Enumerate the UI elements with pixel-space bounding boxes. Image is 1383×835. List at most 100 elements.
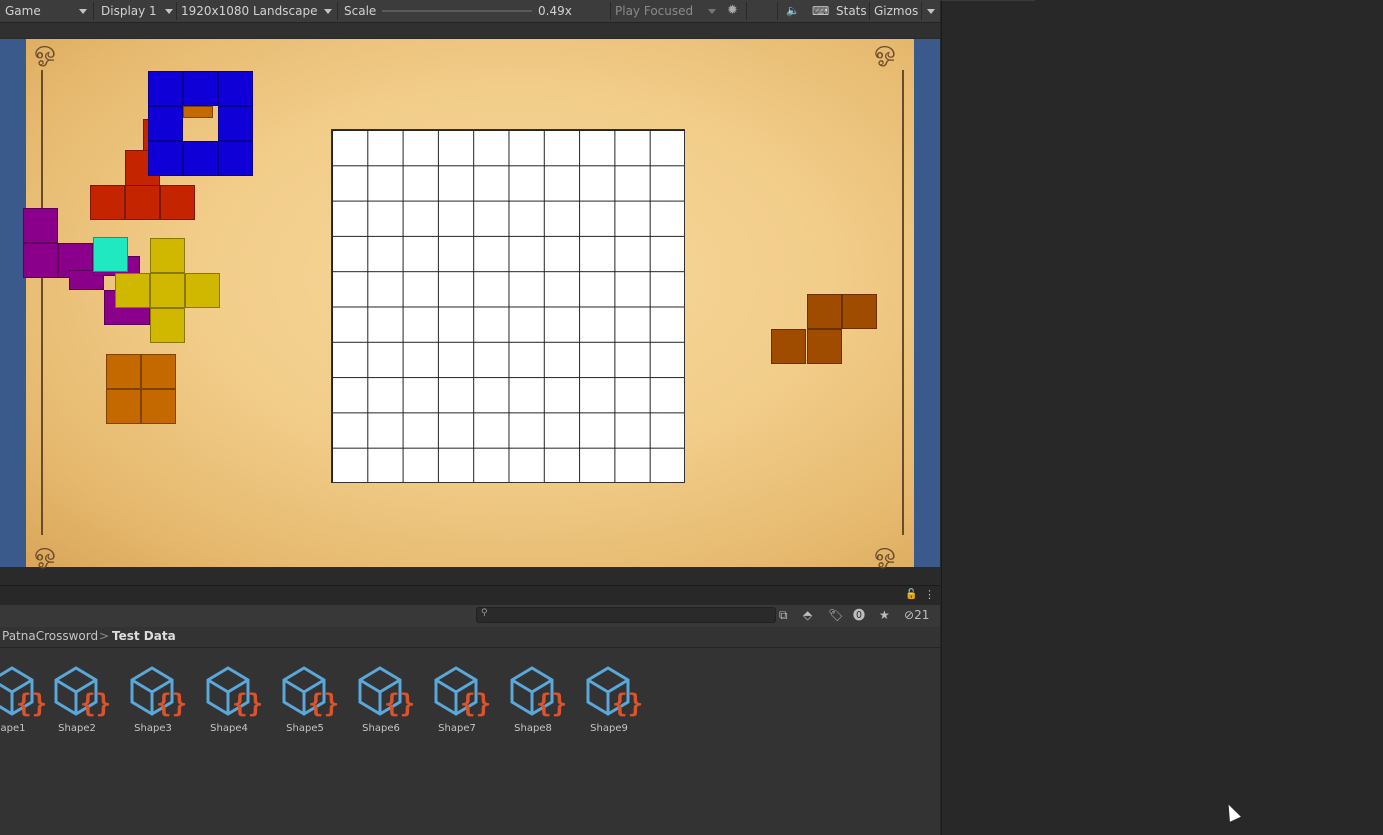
asset-item[interactable]: {} Shape9 bbox=[574, 660, 644, 740]
play-mode-label: Play Focused bbox=[615, 4, 694, 18]
hidden-packages-icon[interactable]: ⊘21 bbox=[904, 604, 929, 626]
game-view-toolbar: Game Display 1 1920x1080 Landscape Scale… bbox=[0, 0, 940, 23]
stats-button[interactable]: Stats bbox=[836, 0, 867, 22]
search-by-type-icon[interactable]: ⧉ bbox=[779, 604, 788, 626]
divider bbox=[869, 2, 870, 20]
resolution-dropdown-label: 1920x1080 Landscape bbox=[181, 4, 318, 18]
puzzle-piece-cell[interactable] bbox=[183, 106, 213, 118]
lock-icon[interactable]: 🔓 bbox=[905, 589, 917, 600]
ornament-line-left bbox=[41, 70, 43, 535]
game-border-right bbox=[914, 39, 940, 567]
svg-text:{}: {} bbox=[384, 689, 415, 719]
ornament-corner-icon: ஓ bbox=[34, 538, 56, 568]
chevron-down-icon[interactable] bbox=[927, 9, 935, 14]
puzzle-piece-cell[interactable] bbox=[842, 294, 877, 329]
chevron-down-icon bbox=[324, 9, 332, 14]
puzzle-piece-cell[interactable] bbox=[771, 329, 806, 364]
ornament-line-right bbox=[902, 70, 904, 535]
puzzle-piece-cell[interactable] bbox=[183, 71, 218, 106]
breadcrumb-current[interactable]: Test Data bbox=[112, 627, 176, 646]
puzzle-piece-cell[interactable] bbox=[93, 237, 128, 272]
divider bbox=[93, 2, 94, 20]
puzzle-piece-cell[interactable] bbox=[148, 141, 183, 176]
scale-slider[interactable] bbox=[382, 10, 532, 12]
label-icon[interactable]: 🏷 bbox=[828, 604, 843, 626]
panel-header: 🔓 ⋮ bbox=[0, 585, 940, 606]
chevron-down-icon bbox=[708, 9, 716, 14]
asset-item[interactable]: {} ape1 bbox=[0, 660, 48, 740]
puzzle-piece-cell[interactable] bbox=[218, 71, 253, 106]
puzzle-piece-cell[interactable] bbox=[218, 141, 253, 176]
puzzle-piece-cell[interactable] bbox=[148, 106, 183, 141]
asset-item[interactable]: {} Shape4 bbox=[194, 660, 264, 740]
scriptable-object-icon: {} bbox=[358, 666, 415, 719]
game-border-left bbox=[0, 39, 26, 567]
asset-label: Shape4 bbox=[210, 723, 248, 734]
speaker-icon[interactable]: 🔈 bbox=[786, 0, 800, 22]
scriptable-object-icon: {} bbox=[206, 666, 263, 719]
puzzle-piece-cell[interactable] bbox=[150, 308, 185, 343]
puzzle-piece-cell[interactable] bbox=[23, 243, 58, 278]
asset-item[interactable]: {} Shape8 bbox=[498, 660, 568, 740]
puzzle-piece-cell[interactable] bbox=[185, 273, 220, 308]
divider bbox=[921, 2, 922, 20]
puzzle-piece-cell[interactable] bbox=[125, 185, 160, 220]
view-dropdown-label: Game bbox=[5, 4, 41, 18]
puzzle-piece-cell[interactable] bbox=[218, 106, 253, 141]
asset-item[interactable]: {} Shape3 bbox=[118, 660, 188, 740]
asset-item[interactable]: {} Shape7 bbox=[422, 660, 492, 740]
puzzle-piece-cell[interactable] bbox=[115, 273, 150, 308]
log-types-icon[interactable]: ⓿ bbox=[853, 604, 865, 626]
asset-item[interactable]: {} Shape2 bbox=[42, 660, 112, 740]
puzzle-piece-cell[interactable] bbox=[148, 71, 183, 106]
puzzle-piece-cell[interactable] bbox=[106, 389, 141, 424]
search-icon: ⚲ bbox=[481, 608, 488, 618]
gizmos-button[interactable]: Gizmos bbox=[874, 0, 919, 22]
scriptable-object-icon: {} bbox=[510, 666, 567, 719]
divider bbox=[176, 2, 177, 20]
filter-by-type-icon[interactable]: ⬘ bbox=[803, 604, 812, 626]
puzzle-piece-cell[interactable] bbox=[150, 238, 185, 273]
puzzle-piece-cell[interactable] bbox=[23, 208, 58, 243]
asset-label: Shape6 bbox=[362, 723, 400, 734]
more-options-icon[interactable]: ⋮ bbox=[924, 588, 935, 601]
search-input[interactable]: ⚲ bbox=[476, 607, 776, 623]
view-dropdown[interactable]: Game bbox=[5, 0, 90, 22]
svg-text:{}: {} bbox=[308, 689, 339, 719]
svg-text:{}: {} bbox=[80, 689, 111, 719]
divider bbox=[777, 2, 778, 20]
puzzle-piece-cell[interactable] bbox=[141, 354, 176, 389]
svg-text:{}: {} bbox=[612, 689, 643, 719]
breadcrumb-root[interactable]: PatnaCrossword bbox=[2, 627, 98, 646]
ornament-corner-icon: ஓ bbox=[34, 36, 56, 66]
keyboard-icon[interactable]: ⌨ bbox=[812, 0, 829, 22]
scriptable-object-icon: {} bbox=[130, 666, 187, 719]
display-dropdown-label: Display 1 bbox=[101, 4, 157, 18]
asset-item[interactable]: {} Shape5 bbox=[270, 660, 340, 740]
puzzle-piece-cell[interactable] bbox=[150, 273, 185, 308]
puzzle-piece-cell[interactable] bbox=[807, 329, 842, 364]
puzzle-piece-cell[interactable] bbox=[160, 185, 195, 220]
scriptable-object-icon: {} bbox=[282, 666, 339, 719]
svg-text:{}: {} bbox=[460, 689, 491, 719]
puzzle-piece-cell[interactable] bbox=[106, 354, 141, 389]
divider bbox=[337, 2, 338, 20]
favorite-star-icon[interactable]: ★ bbox=[879, 604, 890, 626]
puzzle-piece-cell[interactable] bbox=[807, 294, 842, 329]
scriptable-object-icon: {} bbox=[586, 666, 643, 719]
game-view-letterbox bbox=[0, 23, 940, 38]
crossword-grid[interactable] bbox=[331, 129, 685, 483]
bug-icon[interactable]: ✹ bbox=[727, 0, 741, 22]
puzzle-piece-cell[interactable] bbox=[90, 185, 125, 220]
play-mode-dropdown[interactable]: Play Focused bbox=[615, 0, 715, 22]
puzzle-piece-cell[interactable] bbox=[183, 141, 218, 176]
breadcrumb: PatnaCrossword > Test Data bbox=[0, 627, 940, 648]
svg-text:{}: {} bbox=[536, 689, 567, 719]
puzzle-piece-cell[interactable] bbox=[141, 389, 176, 424]
asset-item[interactable]: {} Shape6 bbox=[346, 660, 416, 740]
asset-label: Shape9 bbox=[590, 723, 628, 734]
asset-label: Shape7 bbox=[438, 723, 476, 734]
asset-label: Shape5 bbox=[286, 723, 324, 734]
resolution-dropdown[interactable]: 1920x1080 Landscape bbox=[181, 0, 336, 22]
right-panel bbox=[941, 0, 1383, 835]
